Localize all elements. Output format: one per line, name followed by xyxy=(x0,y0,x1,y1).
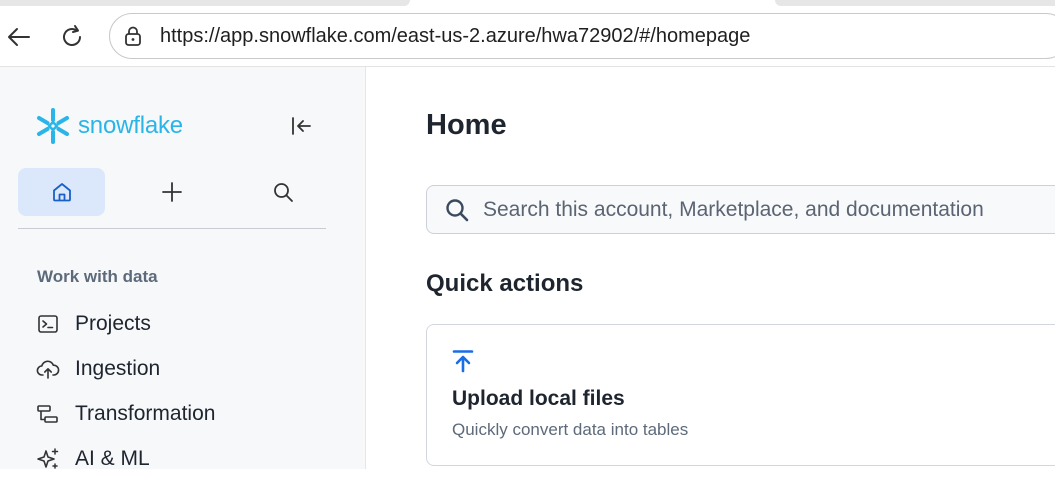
search-icon xyxy=(273,183,293,202)
arrow-left-icon xyxy=(8,28,30,46)
sidebar: snowflake Work with data Projects Ingest… xyxy=(0,67,366,470)
cloud-upload-icon xyxy=(36,357,60,381)
sidebar-item-ai-ml[interactable]: AI & ML xyxy=(36,441,150,477)
browser-tab[interactable] xyxy=(775,0,1055,6)
tab-strip xyxy=(0,0,1055,6)
sidebar-item-label: Projects xyxy=(75,312,151,335)
transform-icon xyxy=(36,402,60,426)
browser-toolbar: https://app.snowflake.com/east-us-2.azur… xyxy=(0,0,1055,67)
collapse-sidebar-button[interactable] xyxy=(288,113,314,139)
brand-wordmark: snowflake xyxy=(78,112,183,139)
upload-icon xyxy=(452,350,474,373)
address-bar[interactable]: https://app.snowflake.com/east-us-2.azur… xyxy=(109,13,1055,59)
site-info-lock-icon[interactable] xyxy=(122,25,144,47)
search-button[interactable] xyxy=(239,168,326,216)
terminal-icon xyxy=(36,312,60,336)
reload-button[interactable] xyxy=(55,20,89,54)
sidebar-item-transformation[interactable]: Transformation xyxy=(36,396,215,432)
snowflake-logo[interactable]: snowflake xyxy=(34,107,183,145)
sidebar-divider xyxy=(18,228,326,229)
sparkle-icon xyxy=(36,447,60,471)
collapse-sidebar-icon xyxy=(292,117,311,135)
home-icon xyxy=(52,183,71,202)
action-card-description: Quickly convert data into tables xyxy=(452,420,689,439)
plus-icon xyxy=(161,182,182,202)
upload-local-files-card[interactable]: Upload local files Quickly convert data … xyxy=(426,324,1055,466)
sidebar-item-projects[interactable]: Projects xyxy=(36,306,151,342)
snowflake-logo-icon xyxy=(37,108,69,144)
sidebar-item-ingestion[interactable]: Ingestion xyxy=(36,351,160,387)
reload-icon xyxy=(63,25,81,46)
sidebar-item-label: AI & ML xyxy=(75,447,150,470)
home-button[interactable] xyxy=(18,168,105,216)
quick-actions-title: Quick actions xyxy=(426,270,584,297)
page-title: Home xyxy=(426,109,507,141)
action-card-title: Upload local files xyxy=(452,387,625,410)
global-search[interactable] xyxy=(426,185,1055,234)
search-icon xyxy=(443,196,471,224)
section-label-work-with-data: Work with data xyxy=(37,267,158,286)
sidebar-item-label: Ingestion xyxy=(75,357,161,380)
search-input[interactable] xyxy=(481,196,1055,223)
browser-tab[interactable] xyxy=(0,0,410,6)
sidebar-item-label: Transformation xyxy=(75,402,216,425)
quick-nav-row xyxy=(18,168,326,216)
url-text[interactable]: https://app.snowflake.com/east-us-2.azur… xyxy=(160,25,750,48)
back-button[interactable] xyxy=(2,20,36,54)
create-button[interactable] xyxy=(128,168,215,216)
